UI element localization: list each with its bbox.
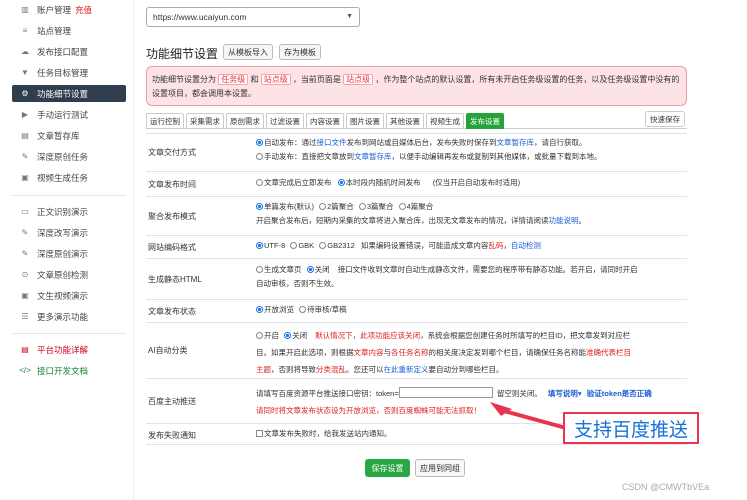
arrow-shaft xyxy=(503,409,567,430)
annotation-callout: 支持百度推送 xyxy=(563,412,699,444)
watermark: CSDN @CMWTbVEa xyxy=(622,482,710,492)
